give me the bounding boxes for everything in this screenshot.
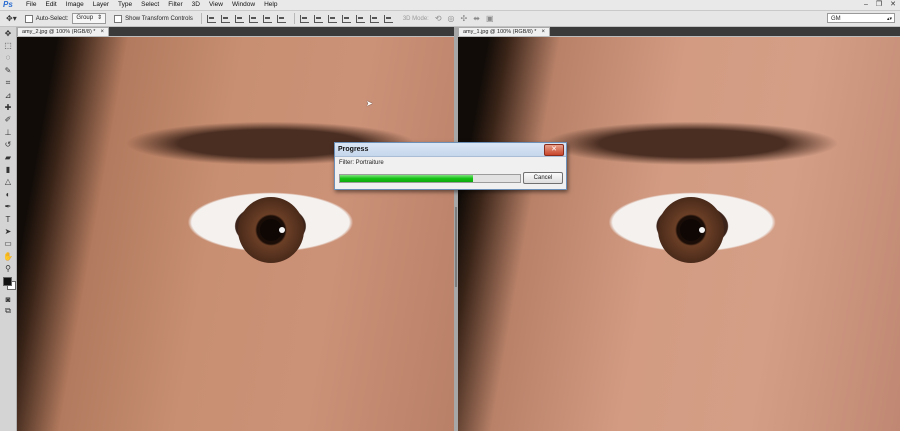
auto-align-icon[interactable] [383,14,393,23]
healing-brush-tool-icon[interactable]: ✚ [0,101,16,113]
crop-tool-icon[interactable]: ⌗ [0,77,16,89]
move-tool-preset-icon[interactable]: ✥▾ [6,14,17,23]
workspace-value: GM [831,16,841,22]
color-swatches[interactable] [0,275,16,293]
minimize-icon[interactable]: – [864,0,868,10]
document-window-left: amy_2.jpg @ 100% (RGB/8) * × [17,27,454,431]
brush-tool-icon[interactable]: ✐ [0,114,16,126]
move-tool-icon[interactable]: ✥ [0,27,16,39]
menu-layer[interactable]: Layer [93,0,109,10]
distribute-vcenter-icon[interactable] [313,14,323,23]
eye-glint [699,227,705,233]
tools-panel: ✥ ⬚ ◌ ✎ ⌗ ⊿ ✚ ✐ ⊥ ↺ ▰ ▮ △ ◐ ✒ T ➤ ▭ ✋ ⚲ … [0,27,17,431]
canvas-photo-left[interactable] [17,37,454,431]
eraser-tool-icon[interactable]: ▰ [0,151,16,163]
menu-select[interactable]: Select [141,0,159,10]
options-bar: ✥▾ Auto-Select: Group ⇕ Show Transform C… [0,11,900,27]
blur-tool-icon[interactable]: △ [0,176,16,188]
show-transform-label: Show Transform Controls [125,15,193,22]
menu-file[interactable]: File [26,0,36,10]
progress-dialog: Progress ✕ Filter: Portraiture Cancel [334,142,567,190]
3d-slide-icon[interactable]: ⬌ [473,14,480,23]
screen-mode-icon[interactable]: ⧉ [0,305,16,317]
path-select-tool-icon[interactable]: ➤ [0,225,16,237]
align-top-icon[interactable] [206,14,216,23]
chevron-updown-icon: ⇕ [97,15,103,21]
pen-tool-icon[interactable]: ✒ [0,200,16,212]
menu-bar: Ps File Edit Image Layer Type Select Fil… [0,0,900,11]
separator [293,13,295,24]
menu-window[interactable]: Window [232,0,255,10]
gradient-tool-icon[interactable]: ▮ [0,163,16,175]
align-bottom-icon[interactable] [234,14,244,23]
cancel-button[interactable]: Cancel [523,172,563,184]
dialog-title: Progress [335,143,566,157]
shape-tool-icon[interactable]: ▭ [0,238,16,250]
menu-type[interactable]: Type [118,0,132,10]
canvas-photo-right[interactable] [458,37,900,431]
restore-icon[interactable]: ❐ [876,0,882,10]
show-transform-checkbox[interactable] [114,14,123,23]
progress-bar-fill [340,175,474,182]
quick-select-tool-icon[interactable]: ✎ [0,64,16,76]
auto-select-dropdown[interactable]: Group ⇕ [72,13,107,24]
distribute-bottom-icon[interactable] [327,14,337,23]
hand-tool-icon[interactable]: ✋ [0,250,16,262]
menu-filter[interactable]: Filter [168,0,182,10]
distribute-left-icon[interactable] [341,14,351,23]
photoshop-logo: Ps [3,0,13,9]
foreground-color-swatch[interactable] [3,276,12,286]
eyedropper-tool-icon[interactable]: ⊿ [0,89,16,101]
dodge-tool-icon[interactable]: ◐ [0,188,16,200]
close-icon[interactable]: ✕ [890,0,896,10]
menu-3d[interactable]: 3D [192,0,200,10]
3d-pan-icon[interactable]: ✣ [461,14,468,23]
mouse-cursor-icon: ➤ [366,99,373,108]
workspace-dropdown[interactable]: GM [827,13,895,24]
align-left-icon[interactable] [248,14,258,23]
type-tool-icon[interactable]: T [0,213,16,225]
quick-mask-icon[interactable]: ◙ [0,293,16,305]
distribute-hcenter-icon[interactable] [355,14,365,23]
auto-select-value: Group [76,15,94,21]
eye-glint [279,227,285,233]
3d-rotate-icon[interactable]: ⟲ [435,14,442,23]
document-window-right: amy_1.jpg @ 100% (RGB/8) * × [458,27,900,431]
auto-select-label: Auto-Select: [35,15,69,22]
3d-scale-icon[interactable]: ▣ [486,14,494,23]
window-controls: – ❐ ✕ [864,0,896,10]
dialog-close-button[interactable]: ✕ [544,144,564,156]
progress-bar [339,174,521,183]
marquee-tool-icon[interactable]: ⬚ [0,39,16,51]
zoom-tool-icon[interactable]: ⚲ [0,262,16,274]
menu-view[interactable]: View [209,0,223,10]
clone-stamp-tool-icon[interactable]: ⊥ [0,126,16,138]
auto-select-checkbox[interactable] [24,14,33,23]
lasso-tool-icon[interactable]: ◌ [0,52,16,64]
separator [200,13,202,24]
distribute-right-icon[interactable] [369,14,379,23]
history-brush-tool-icon[interactable]: ↺ [0,139,16,151]
3d-mode-label: 3D Mode: [402,15,429,22]
menu-edit[interactable]: Edit [45,0,56,10]
align-vcenter-icon[interactable] [220,14,230,23]
menu-image[interactable]: Image [66,0,84,10]
distribute-top-icon[interactable] [299,14,309,23]
scrollbar-thumb[interactable] [455,207,457,287]
menu-help[interactable]: Help [264,0,277,10]
align-hcenter-icon[interactable] [262,14,272,23]
align-right-icon[interactable] [276,14,286,23]
3d-roll-icon[interactable]: ◎ [448,14,455,23]
dialog-status-text: Filter: Portraiture [339,160,384,166]
